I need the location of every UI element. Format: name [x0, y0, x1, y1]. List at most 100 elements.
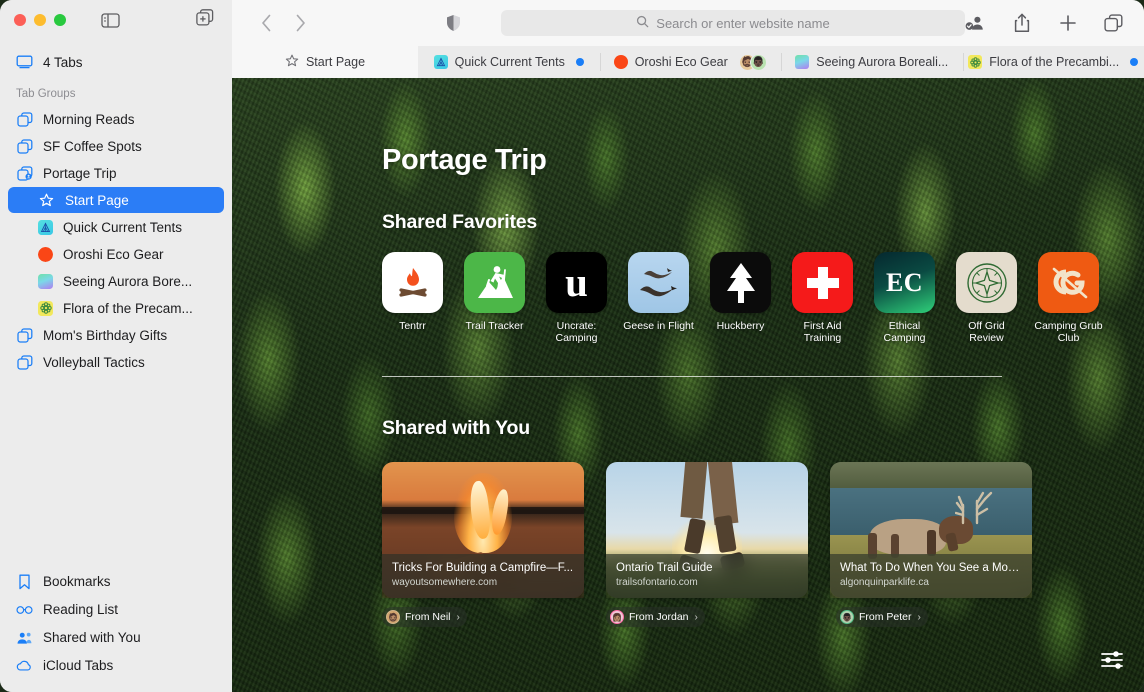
- sidebar-item-label: Oroshi Eco Gear: [63, 246, 164, 262]
- sidebar-item-label: Portage Trip: [43, 165, 117, 181]
- cloud-icon: [16, 657, 33, 674]
- sidebar-item-flora-precambrian[interactable]: Flora of the Precam...: [8, 295, 224, 321]
- address-bar-placeholder: Search or enter website name: [656, 15, 830, 31]
- favorite-label: Geese in Flight: [623, 320, 694, 332]
- share-icon[interactable]: [1011, 13, 1032, 34]
- favorite-item[interactable]: First Aid Training: [792, 252, 853, 344]
- tab-oroshi-eco-gear[interactable]: Oroshi Eco Gear 🧔🏽 👨🏿: [599, 46, 781, 78]
- shared-favorites-heading: Shared Favorites: [382, 211, 538, 233]
- card-from-badge[interactable]: 👩🏽 From Jordan ›: [606, 607, 705, 627]
- sidebar-item-label: Mom's Birthday Gifts: [43, 327, 168, 343]
- card-title: Tricks For Building a Campfire—F...: [392, 562, 574, 574]
- favorite-item[interactable]: Tentrr: [382, 252, 443, 344]
- letters-cg-icon: [1038, 252, 1099, 313]
- unread-indicator-dot: [1130, 58, 1139, 66]
- tab-flora-of-the-precambrian[interactable]: Flora of the Precambi...: [962, 46, 1144, 78]
- tab-label: Oroshi Eco Gear: [634, 55, 728, 69]
- hiker-icon: [464, 252, 525, 313]
- sidebar-item-seeing-aurora[interactable]: Seeing Aurora Bore...: [8, 268, 224, 294]
- favorite-item[interactable]: Geese in Flight: [623, 252, 694, 344]
- unread-indicator-dot: [575, 58, 584, 66]
- sidebar-bottom-section: Bookmarks Reading List Shared with You i…: [0, 567, 232, 692]
- tab-overview-icon[interactable]: [1103, 13, 1124, 34]
- card-caption: Tricks For Building a Campfire—F... wayo…: [382, 554, 584, 598]
- back-button[interactable]: [256, 13, 276, 33]
- avatar: 👩🏽: [610, 610, 624, 624]
- card-from-badge[interactable]: 👨🏿 From Peter ›: [836, 607, 928, 627]
- tab-seeing-aurora-borealis[interactable]: Seeing Aurora Boreali...: [781, 46, 963, 78]
- sidebar: 4 Tabs Tab Groups Morning Reads SF Coffe…: [0, 0, 232, 692]
- sidebar-item-icloud-tabs[interactable]: iCloud Tabs: [8, 652, 224, 679]
- favicon-circle: [613, 55, 628, 69]
- new-tab-plus-icon[interactable]: [1057, 13, 1078, 34]
- sidebar-item-morning-reads[interactable]: Morning Reads: [8, 106, 224, 132]
- sidebar-item-quick-current-tents[interactable]: Quick Current Tents: [8, 214, 224, 240]
- shared-card[interactable]: Tricks For Building a Campfire—F... wayo…: [382, 462, 584, 627]
- tab-quick-current-tents[interactable]: Quick Current Tents: [418, 46, 600, 78]
- favorite-item[interactable]: u Uncrate: Camping: [546, 252, 607, 344]
- shared-card[interactable]: What To Do When You See a Moo... algonqu…: [830, 462, 1032, 627]
- tab-strip: Start Page Quick Current Tents Oroshi Ec…: [232, 46, 1144, 78]
- sidebar-item-oroshi-eco-gear[interactable]: Oroshi Eco Gear: [8, 241, 224, 267]
- chevron-right-icon: ›: [694, 611, 698, 623]
- tab-start-page[interactable]: Start Page: [232, 46, 418, 78]
- card-caption: Ontario Trail Guide trailsofontario.com: [606, 554, 808, 598]
- favorite-label: Huckberry: [716, 320, 765, 332]
- tab-group-icon: [16, 138, 33, 155]
- magnifier-icon: [636, 15, 649, 31]
- favorite-label: First Aid Training: [803, 320, 842, 344]
- sliders-icon[interactable]: [1098, 646, 1126, 674]
- shared-with-you-heading: Shared with You: [382, 417, 530, 439]
- card-caption: What To Do When You See a Moo... algonqu…: [830, 554, 1032, 598]
- favorite-item[interactable]: Off Grid Review: [956, 252, 1017, 344]
- star-icon: [38, 192, 55, 209]
- close-button[interactable]: [14, 14, 26, 26]
- toolbar-right-icons: [965, 13, 1128, 34]
- main-area: Search or enter website name Start Page …: [232, 0, 1144, 692]
- sidebar-scroll-area: 4 Tabs Tab Groups Morning Reads SF Coffe…: [0, 40, 232, 567]
- sidebar-item-label: Shared with You: [43, 630, 141, 645]
- sidebar-item-portage-trip[interactable]: Portage Trip: [8, 160, 224, 186]
- card-from-badge[interactable]: 🧔🏽 From Neil ›: [382, 607, 467, 627]
- new-tab-group-icon[interactable]: [196, 9, 214, 31]
- favorite-item[interactable]: Trail Tracker: [464, 252, 525, 344]
- sidebar-item-label: Volleyball Tactics: [43, 354, 145, 370]
- shared-card[interactable]: Ontario Trail Guide trailsofontario.com …: [606, 462, 808, 627]
- favicon-flora: [968, 55, 983, 69]
- forward-button[interactable]: [290, 13, 310, 33]
- card-from-label: From Peter: [859, 611, 912, 623]
- campfire-icon: [382, 252, 443, 313]
- favicon-tent: [433, 55, 448, 69]
- sidebar-item-reading-list[interactable]: Reading List: [8, 596, 224, 623]
- minimize-button[interactable]: [34, 14, 46, 26]
- avatar: 👨🏿: [749, 53, 767, 71]
- sidebar-item-shared-with-you[interactable]: Shared with You: [8, 624, 224, 651]
- sidebar-item-moms-birthday-gifts[interactable]: Mom's Birthday Gifts: [8, 322, 224, 348]
- sidebar-item-start-page[interactable]: Start Page: [8, 187, 224, 213]
- window-traffic-lights: [14, 14, 66, 26]
- sidebar-item-label: Morning Reads: [43, 111, 135, 127]
- navigation-buttons: [256, 13, 310, 33]
- sidebar-item-tabs[interactable]: 4 Tabs: [8, 49, 224, 75]
- zoom-button[interactable]: [54, 14, 66, 26]
- sidebar-toggle-icon[interactable]: [101, 12, 120, 28]
- favicon-flora: [38, 300, 53, 316]
- sidebar-item-label: Quick Current Tents: [63, 219, 183, 235]
- sidebar-item-bookmarks[interactable]: Bookmarks: [8, 568, 224, 595]
- privacy-shield-icon[interactable]: [446, 14, 461, 32]
- favorite-item[interactable]: Camping Grub Club: [1034, 252, 1103, 344]
- favorite-label: Uncrate: Camping: [555, 320, 598, 344]
- address-bar[interactable]: Search or enter website name: [501, 10, 965, 36]
- sidebar-item-volleyball-tactics[interactable]: Volleyball Tactics: [8, 349, 224, 375]
- red-cross-icon: [792, 252, 853, 313]
- sidebar-item-sf-coffee-spots[interactable]: SF Coffee Spots: [8, 133, 224, 159]
- favorite-item[interactable]: Huckberry: [710, 252, 771, 344]
- start-page-content: Portage Trip Shared Favorites Tentrr Tra…: [232, 78, 1144, 692]
- sidebar-item-label: 4 Tabs: [43, 54, 83, 70]
- campfire-photo: Tricks For Building a Campfire—F... wayo…: [382, 462, 584, 598]
- favicon-aurora: [795, 55, 810, 69]
- sidebar-item-label: Seeing Aurora Bore...: [63, 273, 193, 289]
- favorite-item[interactable]: EC Ethical Camping: [874, 252, 935, 344]
- shared-with-you-icon[interactable]: [965, 13, 986, 34]
- card-from-label: From Jordan: [629, 611, 689, 623]
